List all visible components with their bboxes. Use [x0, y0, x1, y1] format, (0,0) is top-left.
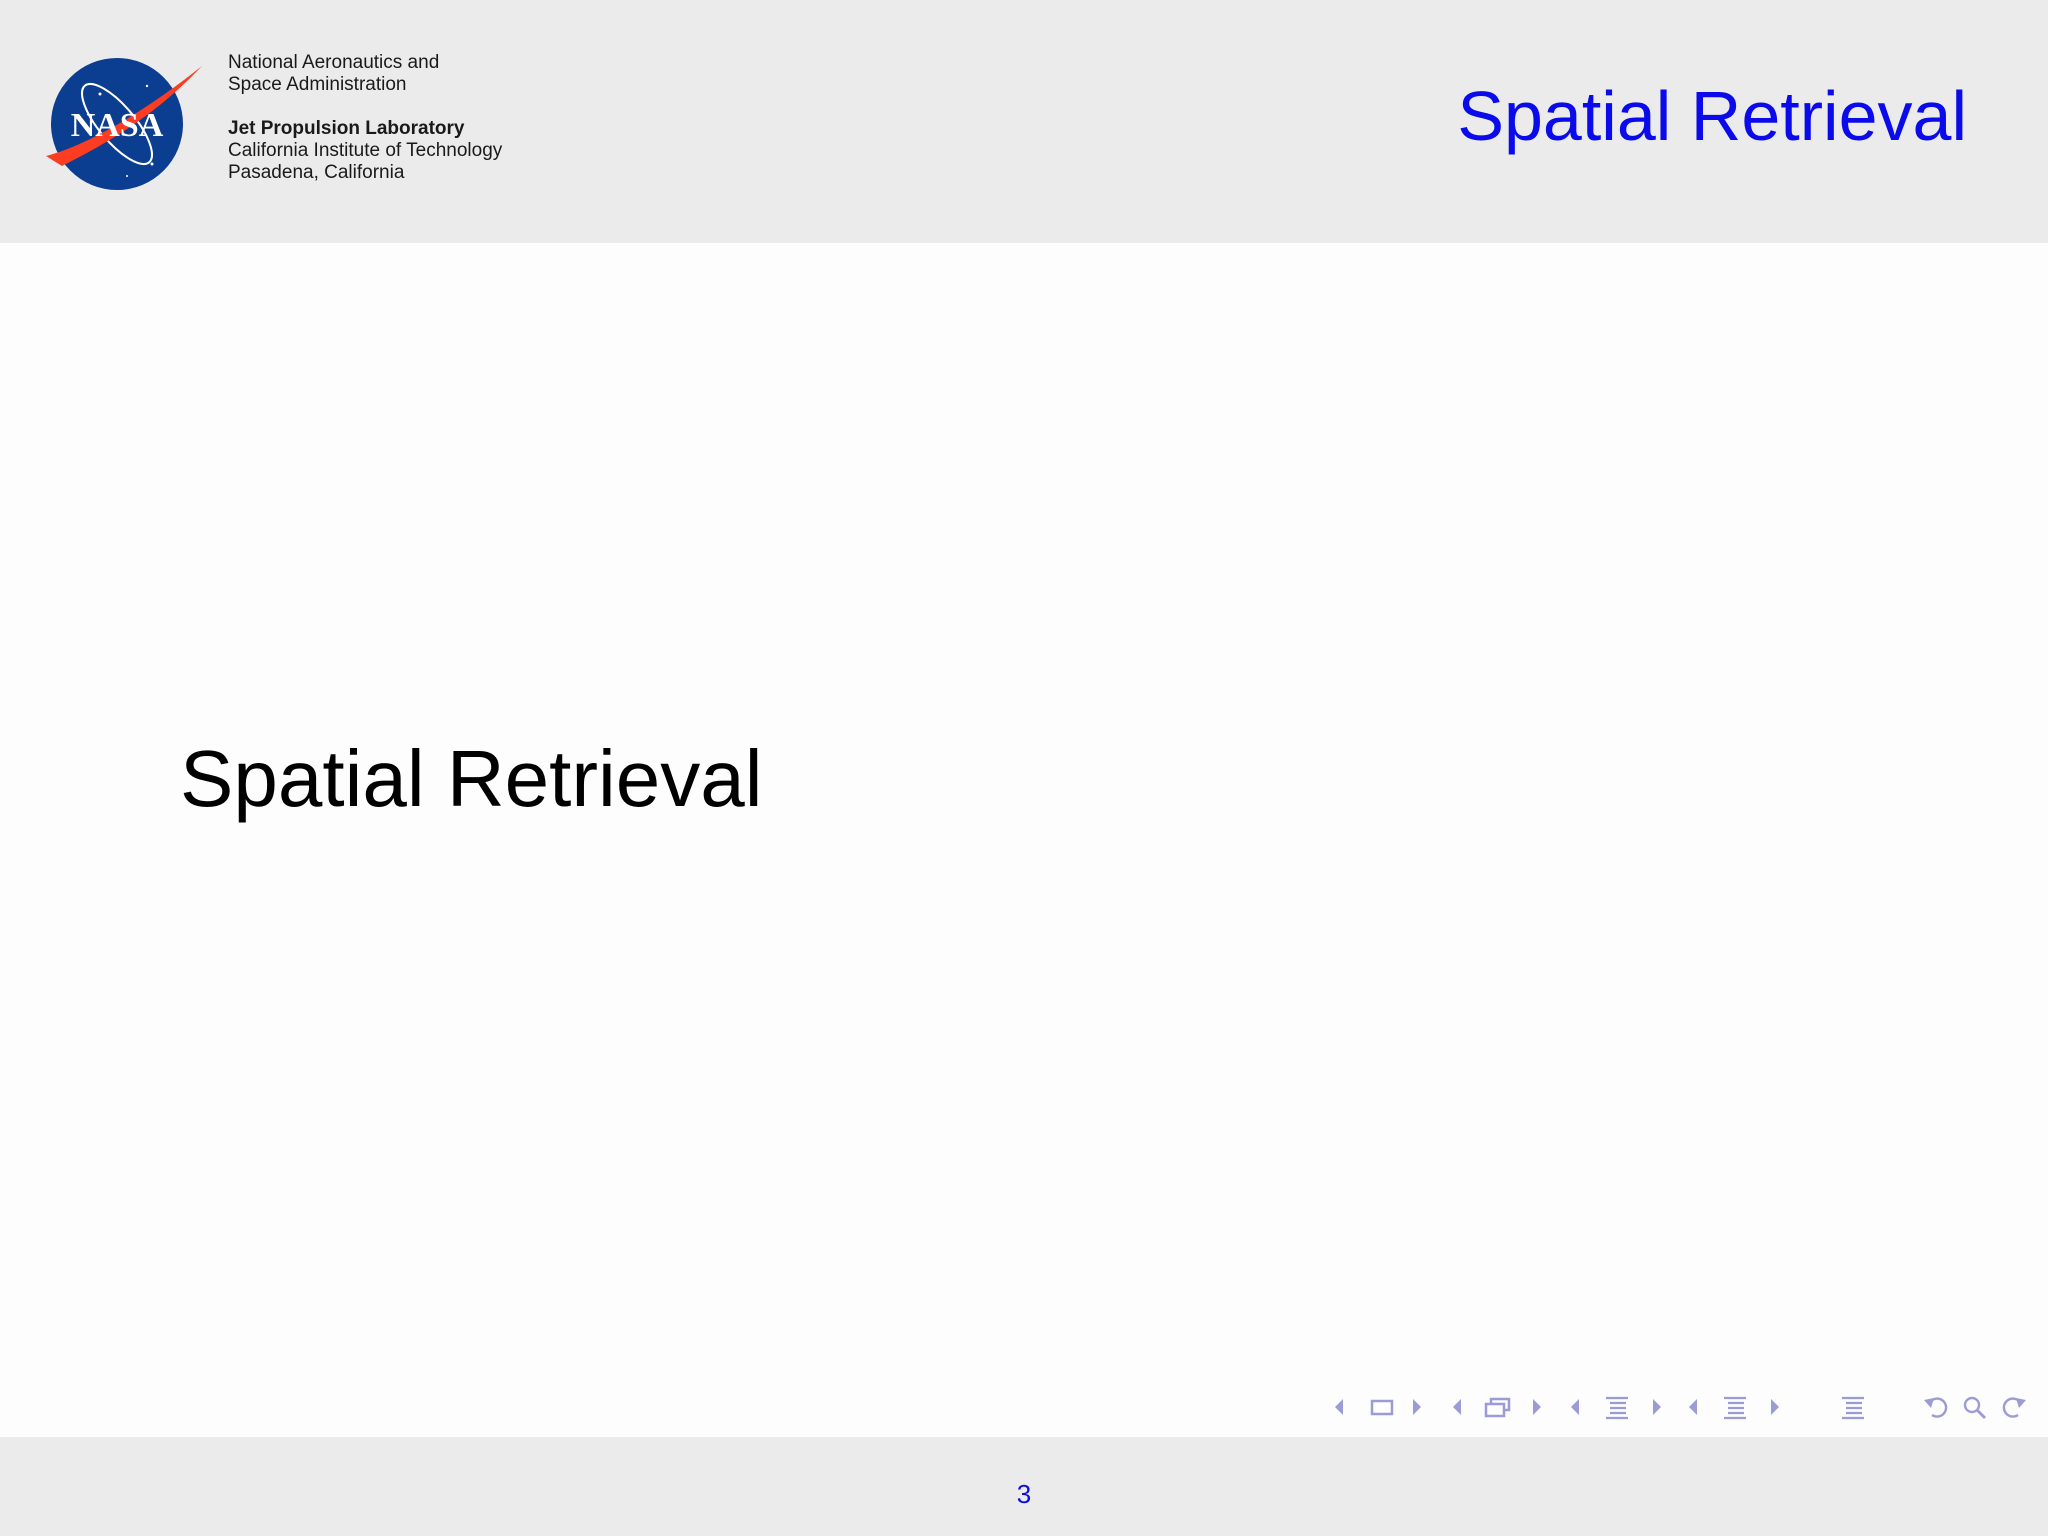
document-icon[interactable]: [1720, 1390, 1750, 1424]
frame-icon[interactable]: [1368, 1390, 1396, 1424]
arrow-left-icon[interactable]: [1448, 1390, 1466, 1424]
arrow-right-icon[interactable]: [1766, 1390, 1784, 1424]
forward-icon[interactable]: [1996, 1390, 2030, 1424]
arrow-right-icon[interactable]: [1408, 1390, 1426, 1424]
organization-block: National Aeronautics and Space Administr…: [228, 52, 502, 184]
slide-body: [0, 243, 2048, 1437]
lab-name: Jet Propulsion Laboratory: [228, 118, 465, 139]
arrow-left-icon[interactable]: [1566, 1390, 1584, 1424]
section-icon[interactable]: [1602, 1390, 1632, 1424]
org-line: National Aeronautics and: [228, 52, 440, 73]
subsection-icon[interactable]: [1482, 1390, 1516, 1424]
beamer-navigation-bar: [1330, 1390, 2030, 1424]
frame-title: Spatial Retrieval: [1457, 77, 1967, 155]
section-title: Spatial Retrieval: [180, 734, 763, 823]
page-number[interactable]: 3: [0, 1479, 2048, 1509]
toc-icon[interactable]: [1838, 1390, 1868, 1424]
lab-line: Pasadena, California: [228, 162, 405, 183]
slide-header: NASA National Aeronautics and Space Admi…: [0, 0, 2048, 243]
nasa-logo-icon: NASA: [46, 58, 202, 190]
back-icon[interactable]: [1920, 1390, 1954, 1424]
arrow-left-icon[interactable]: [1330, 1390, 1348, 1424]
org-line: Space Administration: [228, 74, 407, 95]
arrow-right-icon[interactable]: [1648, 1390, 1666, 1424]
arrow-right-icon[interactable]: [1528, 1390, 1546, 1424]
arrow-left-icon[interactable]: [1684, 1390, 1702, 1424]
lab-line: California Institute of Technology: [228, 140, 503, 161]
search-icon[interactable]: [1960, 1390, 1990, 1424]
svg-text:NASA: NASA: [71, 107, 164, 144]
